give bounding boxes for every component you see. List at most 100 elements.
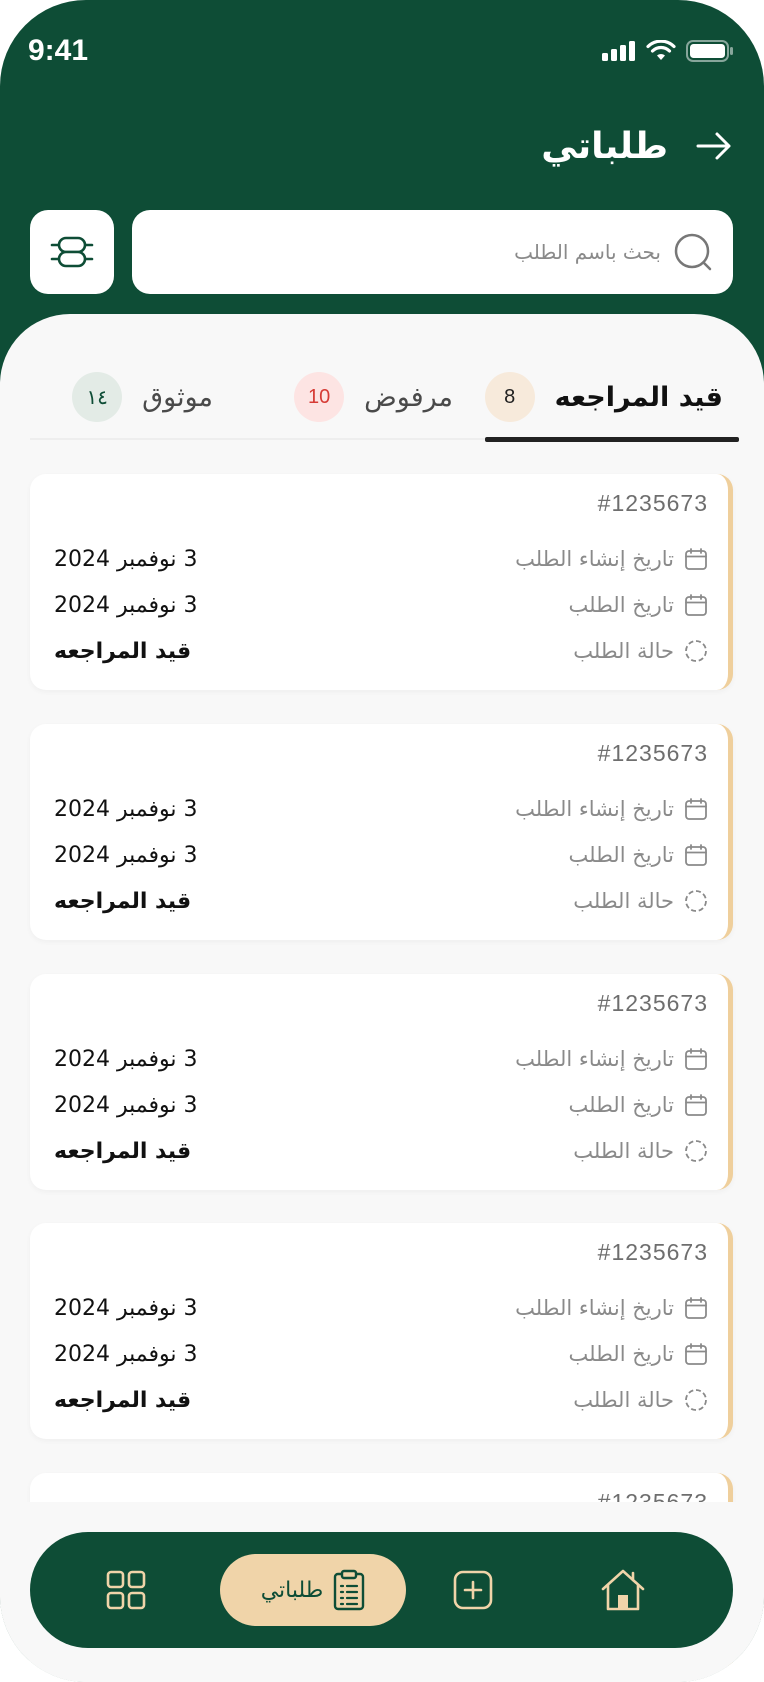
row-label-group: تاريخ إنشاء الطلب xyxy=(515,547,708,571)
page-title: طلباتي xyxy=(541,125,668,167)
row-value: 3 نوفمبر 2024 xyxy=(54,1295,198,1321)
nav-services[interactable] xyxy=(96,1532,156,1648)
row-value: قيد المراجعه xyxy=(54,1387,192,1413)
row-label-group: تاريخ إنشاء الطلب xyxy=(515,797,708,821)
wifi-icon xyxy=(646,40,676,60)
tab-verified[interactable]: موثوق ١٤ xyxy=(72,354,213,440)
tab-count-badge: 8 xyxy=(484,372,535,422)
search-box[interactable] xyxy=(132,210,733,294)
signal-icon xyxy=(602,41,635,61)
order-id: #1235673 xyxy=(597,990,708,1016)
row-label-group: حالة الطلب xyxy=(573,1139,708,1163)
calendar-icon xyxy=(685,548,707,570)
tab-label: مرفوض xyxy=(364,381,453,413)
order-created-row: تاريخ إنشاء الطلب 3 نوفمبر 2024 xyxy=(54,542,708,576)
battery-icon xyxy=(686,40,733,62)
filter-align-icon xyxy=(50,236,94,268)
row-label: تاريخ إنشاء الطلب xyxy=(515,547,674,571)
row-label: حالة الطلب xyxy=(573,1139,674,1163)
clipboard-icon xyxy=(334,1569,365,1611)
row-label-group: حالة الطلب xyxy=(573,889,708,913)
header-title-row: طلباتي xyxy=(541,118,734,174)
row-value: 3 نوفمبر 2024 xyxy=(54,842,198,868)
tab-rejected[interactable]: مرفوض 10 xyxy=(294,354,453,440)
status-tabs: قيد المراجعه 8 مرفوض 10 موثوق ١٤ xyxy=(30,354,740,442)
row-label-group: تاريخ الطلب xyxy=(569,843,709,867)
calendar-icon xyxy=(685,798,707,820)
search-icon xyxy=(674,233,712,271)
filter-button[interactable] xyxy=(30,210,114,294)
order-card[interactable]: #1235673 تاريخ إنشاء الطلب 3 نوفمبر 2024… xyxy=(30,724,733,940)
row-label: تاريخ الطلب xyxy=(568,843,675,867)
row-value: 3 نوفمبر 2024 xyxy=(54,592,198,618)
order-id: #1235673 xyxy=(597,740,708,766)
order-date-row: تاريخ الطلب 3 نوفمبر 2024 xyxy=(54,588,708,622)
row-label-group: حالة الطلب xyxy=(573,639,708,663)
row-label: حالة الطلب xyxy=(573,639,674,663)
row-value: 3 نوفمبر 2024 xyxy=(54,796,198,822)
status-bar: 9:41 xyxy=(0,0,764,110)
calendar-icon xyxy=(685,594,707,616)
order-date-row: تاريخ الطلب 3 نوفمبر 2024 xyxy=(54,1088,708,1122)
row-label-group: تاريخ إنشاء الطلب xyxy=(515,1047,708,1071)
row-label-group: تاريخ الطلب xyxy=(569,593,709,617)
row-label-group: تاريخ الطلب xyxy=(569,1093,709,1117)
order-status-row: حالة الطلب قيد المراجعه xyxy=(54,634,708,668)
row-value: قيد المراجعه xyxy=(54,638,192,664)
nav-my-orders-label: طلباتي xyxy=(260,1577,324,1603)
row-label: تاريخ الطلب xyxy=(568,1093,675,1117)
row-label: تاريخ الطلب xyxy=(568,593,675,617)
tab-under-review[interactable]: قيد المراجعه 8 xyxy=(484,354,740,442)
row-label: تاريخ الطلب xyxy=(568,1342,675,1366)
add-square-icon xyxy=(453,1570,493,1610)
order-created-row: تاريخ إنشاء الطلب 3 نوفمبر 2024 xyxy=(54,1291,708,1325)
order-date-row: تاريخ الطلب 3 نوفمبر 2024 xyxy=(54,1337,708,1371)
row-label-group: تاريخ إنشاء الطلب xyxy=(515,1296,708,1320)
content-sheet: قيد المراجعه 8 مرفوض 10 موثوق ١٤ #123567… xyxy=(0,314,764,1682)
tab-count-badge: 10 xyxy=(294,372,345,422)
bottom-nav: طلباتي xyxy=(30,1532,733,1648)
tab-label: موثوق xyxy=(142,381,213,413)
loading-circle-icon xyxy=(685,1140,707,1162)
home-icon xyxy=(601,1569,645,1611)
order-id: #1235673 xyxy=(597,1239,708,1265)
row-label: حالة الطلب xyxy=(573,889,674,913)
order-created-row: تاريخ إنشاء الطلب 3 نوفمبر 2024 xyxy=(54,1042,708,1076)
back-button[interactable] xyxy=(694,126,734,166)
phone-screen: 9:41 طلباتي بحث باسم الطلب قيد المراجعه … xyxy=(0,0,764,1682)
arrow-right-icon xyxy=(696,132,731,160)
nav-my-orders[interactable]: طلباتي xyxy=(220,1554,406,1626)
order-created-row: تاريخ إنشاء الطلب 3 نوفمبر 2024 xyxy=(54,792,708,826)
row-label-group: تاريخ الطلب xyxy=(569,1342,709,1366)
loading-circle-icon xyxy=(685,1389,707,1411)
search-input[interactable] xyxy=(132,240,661,264)
row-value: 3 نوفمبر 2024 xyxy=(54,1341,198,1367)
order-id: #1235673 xyxy=(597,490,708,516)
status-icons xyxy=(602,40,734,62)
grid-icon xyxy=(106,1570,146,1610)
row-value: قيد المراجعه xyxy=(54,888,192,914)
loading-circle-icon xyxy=(685,890,707,912)
calendar-icon xyxy=(685,844,707,866)
status-time: 9:41 xyxy=(28,34,89,67)
row-label: تاريخ إنشاء الطلب xyxy=(515,797,674,821)
row-value: 3 نوفمبر 2024 xyxy=(54,546,198,572)
row-value: 3 نوفمبر 2024 xyxy=(54,1092,198,1118)
order-card[interactable]: #1235673 تاريخ إنشاء الطلب 3 نوفمبر 2024… xyxy=(30,1223,733,1439)
tab-label: قيد المراجعه xyxy=(554,381,723,413)
nav-home[interactable] xyxy=(593,1532,653,1648)
calendar-icon xyxy=(685,1048,707,1070)
row-label-group: حالة الطلب xyxy=(573,1388,708,1412)
tab-count-badge: ١٤ xyxy=(72,372,123,422)
calendar-icon xyxy=(685,1343,707,1365)
order-card[interactable]: #1235673 تاريخ إنشاء الطلب 3 نوفمبر 2024… xyxy=(30,974,733,1190)
calendar-icon xyxy=(685,1297,707,1319)
row-label: حالة الطلب xyxy=(573,1388,674,1412)
order-card[interactable]: #1235673 تاريخ إنشاء الطلب 3 نوفمبر 2024… xyxy=(30,474,733,690)
row-value: 3 نوفمبر 2024 xyxy=(54,1046,198,1072)
row-label: تاريخ إنشاء الطلب xyxy=(515,1296,674,1320)
order-status-row: حالة الطلب قيد المراجعه xyxy=(54,884,708,918)
order-status-row: حالة الطلب قيد المراجعه xyxy=(54,1383,708,1417)
order-status-row: حالة الطلب قيد المراجعه xyxy=(54,1134,708,1168)
nav-add[interactable] xyxy=(443,1532,503,1648)
